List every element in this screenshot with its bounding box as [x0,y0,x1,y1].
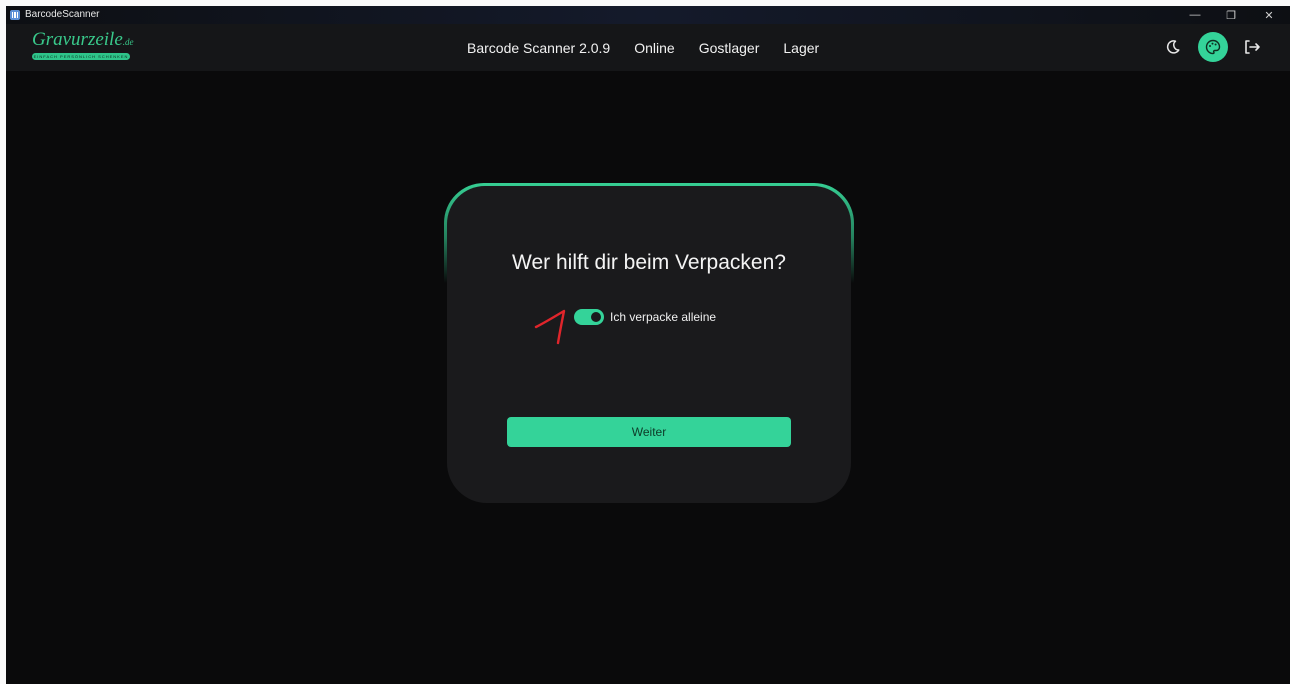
packing-dialog: Wer hilft dir beim Verpacken? Ich verpac… [444,183,854,503]
dialog-title: Wer hilft dir beim Verpacken? [512,251,786,274]
navbar: Gravurzeile.de EINFACH PERSÖNLICH SCHENK… [6,24,1290,71]
palette-icon[interactable] [1198,32,1228,62]
alone-toggle-label[interactable]: Ich verpacke alleine [610,310,716,324]
red-annotation-mark [534,309,566,345]
restore-button[interactable]: ❐ [1216,6,1246,24]
logo-tagline: EINFACH PERSÖNLICH SCHENKEN [32,53,130,60]
logo-text-suffix: .de [122,37,134,47]
app-icon [10,10,20,20]
logo[interactable]: Gravurzeile.de EINFACH PERSÖNLICH SCHENK… [32,29,142,65]
alone-toggle-switch[interactable] [574,309,604,325]
nav-link-online[interactable]: Online [634,40,674,56]
alone-toggle-row: Ich verpacke alleine [574,308,716,326]
dialog-card: Wer hilft dir beim Verpacken? Ich verpac… [447,186,851,503]
moon-icon[interactable] [1160,34,1186,60]
app-window: BarcodeScanner — ❐ ✕ Gravurzeile.de EINF… [6,6,1290,684]
nav-links: Barcode Scanner 2.0.9 Online Gostlager L… [467,24,843,71]
window-title: BarcodeScanner [25,9,100,20]
nav-link-barcode-scanner[interactable]: Barcode Scanner 2.0.9 [467,40,610,56]
logo-text-main: Gravurzeile [32,29,123,50]
close-button[interactable]: ✕ [1254,6,1284,24]
logo-text: Gravurzeile.de [32,29,134,53]
title-bar: BarcodeScanner — ❐ ✕ [6,6,1290,24]
logout-icon[interactable] [1239,34,1265,60]
nav-link-lager[interactable]: Lager [783,40,819,56]
weiter-button[interactable]: Weiter [507,417,791,447]
minimize-button[interactable]: — [1180,6,1210,24]
toggle-knob [591,312,601,322]
nav-link-gostlager[interactable]: Gostlager [699,40,760,56]
